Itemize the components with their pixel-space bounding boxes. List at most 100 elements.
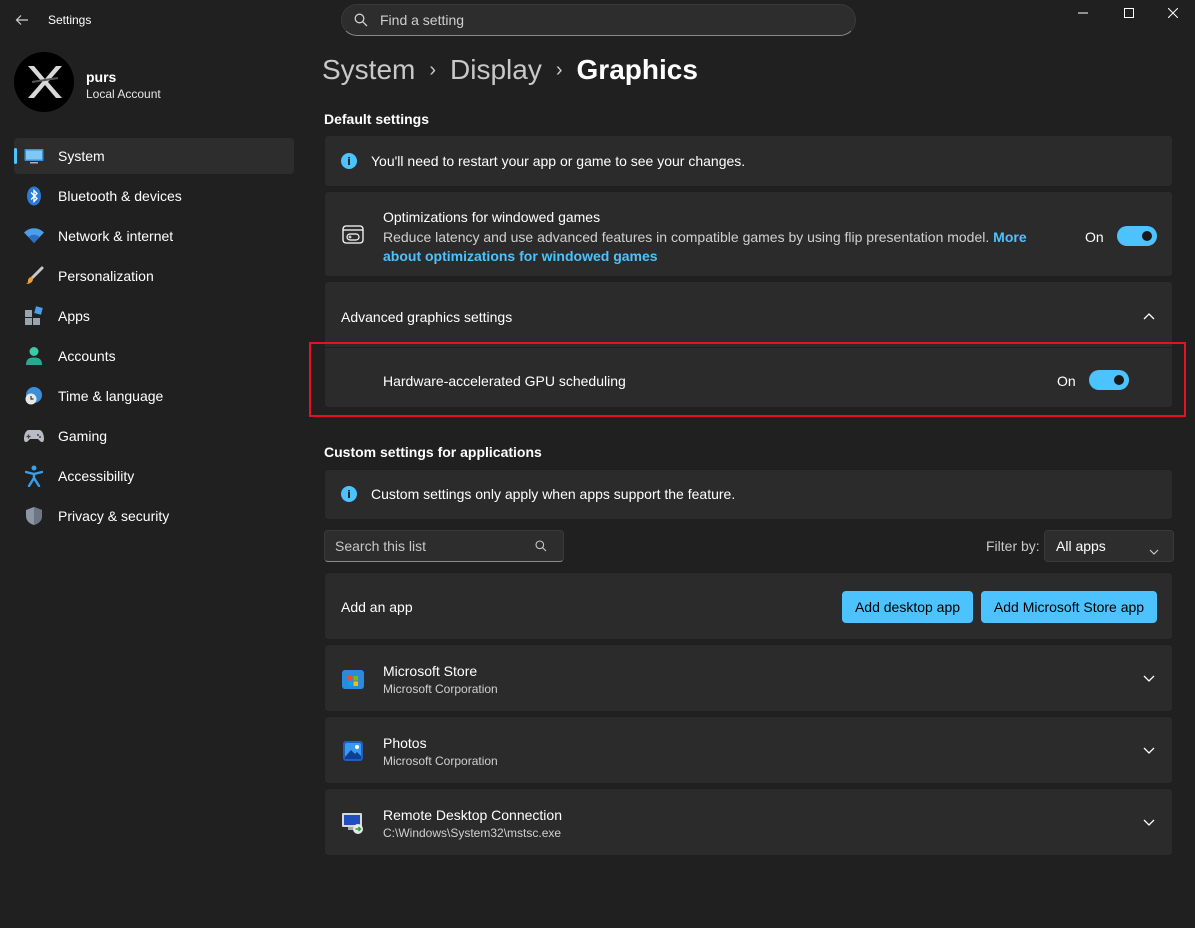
restart-info-card: i You'll need to restart your app or gam…	[324, 135, 1173, 187]
gamepad-icon	[24, 426, 44, 446]
filter-value: All apps	[1056, 538, 1106, 554]
display-icon	[24, 146, 44, 166]
breadcrumb: System › Display › Graphics	[322, 54, 698, 86]
microsoft-store-icon	[341, 667, 365, 691]
sidebar-item-network[interactable]: Network & internet	[14, 218, 294, 254]
add-app-label: Add an app	[341, 599, 413, 615]
sidebar-item-time-language[interactable]: Time & language	[14, 378, 294, 414]
toggle-knob	[1142, 231, 1152, 241]
add-desktop-app-button[interactable]: Add desktop app	[842, 591, 973, 623]
advanced-graphics-header[interactable]: Advanced graphics settings	[325, 282, 1172, 348]
filter-dropdown[interactable]: All apps	[1044, 530, 1174, 562]
app-title: Settings	[48, 13, 92, 27]
restart-info-text: You'll need to restart your app or game …	[371, 153, 746, 169]
chevron-down-icon	[1141, 815, 1157, 831]
breadcrumb-separator: ›	[429, 58, 437, 81]
search-icon	[535, 540, 547, 552]
app-name: Remote Desktop Connection	[383, 807, 562, 823]
minimize-button[interactable]	[1060, 0, 1106, 26]
default-settings-heading: Default settings	[324, 111, 430, 127]
avatar	[14, 52, 74, 112]
add-microsoft-store-app-button[interactable]: Add Microsoft Store app	[981, 591, 1157, 623]
back-arrow-icon	[15, 15, 28, 25]
more-about-optimizations-link-cont[interactable]: about optimizations for windowed games	[383, 248, 658, 264]
back-button[interactable]	[8, 6, 36, 34]
minimize-icon	[1078, 12, 1088, 14]
avatar-logo-icon	[28, 66, 62, 98]
sidebar-item-accounts[interactable]: Accounts	[14, 338, 294, 374]
add-app-card: Add an app Add desktop app Add Microsoft…	[324, 572, 1173, 640]
chevron-down-icon	[1141, 671, 1157, 687]
sidebar-item-label: System	[58, 148, 105, 164]
app-name: Microsoft Store	[383, 663, 478, 679]
maximize-button[interactable]	[1106, 0, 1152, 26]
find-setting-search[interactable]	[341, 4, 856, 36]
sidebar-item-label: Personalization	[58, 268, 154, 284]
page-title: Graphics	[576, 54, 698, 85]
app-row-remote-desktop[interactable]: Remote Desktop Connection C:\Windows\Sys…	[324, 788, 1173, 856]
chevron-up-icon	[1141, 308, 1157, 324]
app-publisher: C:\Windows\System32\mstsc.exe	[383, 826, 562, 840]
breadcrumb-system[interactable]: System	[322, 54, 415, 86]
accessibility-icon	[24, 465, 44, 487]
sidebar-item-personalization[interactable]: Personalization	[14, 258, 294, 294]
shield-icon	[24, 506, 44, 526]
title-bar: Settings	[0, 0, 1195, 40]
advanced-graphics-title: Advanced graphics settings	[341, 309, 513, 325]
search-input[interactable]	[380, 12, 820, 28]
app-publisher: Microsoft Corporation	[383, 682, 498, 696]
windowed-game-icon	[342, 225, 364, 248]
sidebar-nav: System Bluetooth & devices Network & int…	[14, 138, 294, 538]
sidebar-item-system[interactable]: System	[14, 138, 294, 174]
search-icon	[354, 13, 368, 27]
sidebar-item-privacy-security[interactable]: Privacy & security	[14, 498, 294, 534]
app-row-microsoft-store[interactable]: Microsoft Store Microsoft Corporation	[324, 644, 1173, 712]
windowed-games-title: Optimizations for windowed games	[383, 209, 601, 225]
windowed-games-card: Optimizations for windowed games Reduce …	[324, 191, 1173, 277]
app-row-photos[interactable]: Photos Microsoft Corporation	[324, 716, 1173, 784]
search-list-input[interactable]	[335, 538, 535, 554]
maximize-icon	[1124, 8, 1134, 18]
sidebar-item-label: Privacy & security	[58, 508, 170, 524]
windowed-games-description: Reduce latency and use advanced features…	[383, 228, 1043, 266]
sidebar-item-label: Time & language	[58, 388, 164, 404]
sidebar-item-gaming[interactable]: Gaming	[14, 418, 294, 454]
breadcrumb-separator: ›	[555, 58, 563, 81]
info-icon: i	[341, 153, 357, 169]
remote-desktop-icon	[341, 811, 365, 835]
profile-name: purs	[86, 69, 117, 85]
apps-icon	[24, 306, 44, 326]
chevron-down-icon	[1149, 542, 1159, 558]
sidebar-item-label: Gaming	[58, 428, 108, 444]
filter-label: Filter by:	[986, 538, 1040, 554]
search-list-box[interactable]	[324, 530, 564, 562]
windowed-games-toggle[interactable]	[1117, 226, 1157, 246]
chevron-down-icon	[1141, 743, 1157, 759]
red-highlight-box	[309, 342, 1186, 417]
person-icon	[24, 346, 44, 366]
close-icon	[1168, 8, 1178, 18]
app-name: Photos	[383, 735, 427, 751]
brush-icon	[24, 266, 44, 286]
wifi-icon	[24, 226, 44, 246]
app-publisher: Microsoft Corporation	[383, 754, 498, 768]
sidebar-item-label: Network & internet	[58, 228, 174, 244]
info-icon: i	[341, 486, 357, 502]
breadcrumb-display[interactable]: Display	[450, 54, 542, 86]
sidebar-item-accessibility[interactable]: Accessibility	[14, 458, 294, 494]
custom-info-text: Custom settings only apply when apps sup…	[371, 486, 736, 502]
more-about-optimizations-link[interactable]: More	[993, 229, 1026, 245]
sidebar-item-bluetooth[interactable]: Bluetooth & devices	[14, 178, 294, 214]
photos-icon	[341, 739, 365, 763]
sidebar-item-label: Apps	[58, 308, 90, 324]
sidebar-item-label: Accessibility	[58, 468, 135, 484]
windowed-games-state-label: On	[1085, 229, 1104, 245]
globe-clock-icon	[24, 386, 44, 406]
custom-info-card: i Custom settings only apply when apps s…	[324, 469, 1173, 520]
custom-settings-heading: Custom settings for applications	[324, 444, 542, 460]
sidebar-item-apps[interactable]: Apps	[14, 298, 294, 334]
user-profile[interactable]: purs Local Account	[14, 52, 294, 114]
windowed-games-description-text: Reduce latency and use advanced features…	[383, 229, 990, 245]
close-button[interactable]	[1150, 0, 1195, 26]
profile-account-type: Local Account	[86, 87, 161, 101]
